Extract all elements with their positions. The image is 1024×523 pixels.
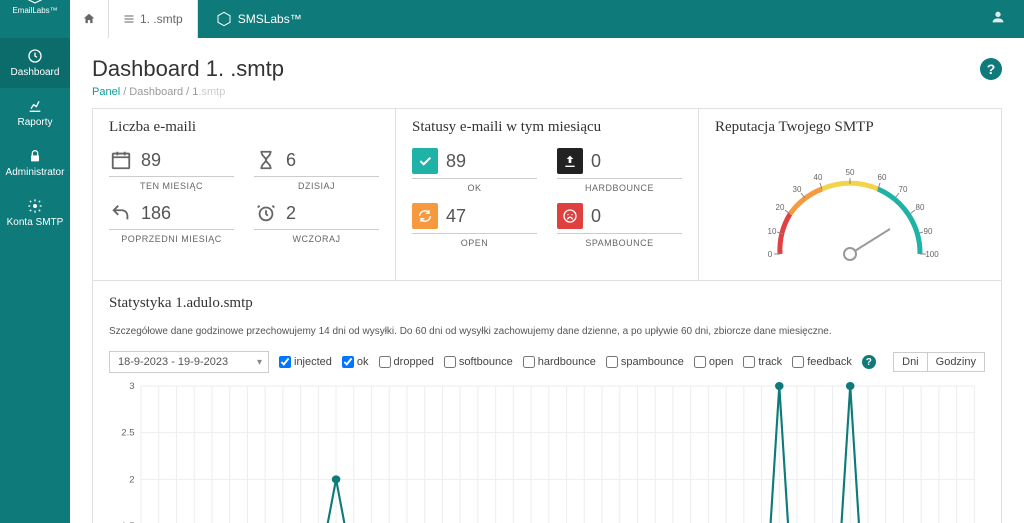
tab-home[interactable] <box>70 0 109 38</box>
sidebar-item-label: Administrator <box>6 167 65 178</box>
panel-heading: Reputacja Twojego SMTP <box>715 119 985 136</box>
tab-strip: 1. .smtp SMSLabs™ <box>70 0 320 38</box>
metric-open: 47 OPEN <box>412 203 537 248</box>
upload-icon <box>557 148 583 174</box>
clock-icon <box>27 48 43 64</box>
stats-note: Szczegółowe dane godzinowe przechowujemy… <box>109 326 985 337</box>
metric-spambounce: 0 SPAMBOUNCE <box>557 203 682 248</box>
stats-chart: 32.521.5 <box>109 381 985 523</box>
alarm-icon <box>254 201 278 225</box>
svg-text:60: 60 <box>878 173 887 182</box>
svg-text:30: 30 <box>793 185 802 194</box>
frown-icon <box>557 203 583 229</box>
filter-ok[interactable]: ok <box>342 356 369 368</box>
panel-email-status: Statusy e-maili w tym miesiącu 89 OK 0 <box>396 109 699 280</box>
breadcrumb: Panel / Dashboard / 1.smtp <box>92 86 1002 98</box>
metric-today: 6 DZISIAJ <box>254 148 379 191</box>
refresh-icon <box>412 203 438 229</box>
btn-days[interactable]: Dni <box>893 352 928 372</box>
btn-hours[interactable]: Godziny <box>928 352 985 372</box>
page-title: Dashboard 1. .smtp <box>92 56 284 82</box>
metric-hardbounce: 0 HARDBOUNCE <box>557 148 682 193</box>
panel-heading: Statusy e-maili w tym miesiącu <box>412 119 682 136</box>
breadcrumb-panel[interactable]: Panel <box>92 86 120 98</box>
svg-text:10: 10 <box>768 227 777 236</box>
tab-account-label: 1. .smtp <box>140 12 183 26</box>
svg-text:0: 0 <box>768 250 773 259</box>
svg-text:20: 20 <box>776 203 785 212</box>
filter-track[interactable]: track <box>743 356 782 368</box>
hourglass-icon <box>254 148 278 172</box>
page-title-row: Dashboard 1. .smtp ? <box>92 56 1002 82</box>
help-icon[interactable]: ? <box>862 355 876 369</box>
filter-injected[interactable]: injected <box>279 356 332 368</box>
sidebar-item-reports[interactable]: Raporty <box>0 88 70 138</box>
metric-yesterday: 2 WCZORAJ <box>254 201 379 244</box>
metric-prev-month: 186 POPRZEDNI MIESIĄC <box>109 201 234 244</box>
svg-text:40: 40 <box>814 173 823 182</box>
user-icon[interactable] <box>990 9 1006 25</box>
filter-spambounce[interactable]: spambounce <box>606 356 684 368</box>
main-content: Dashboard 1. .smtp ? Panel / Dashboard /… <box>70 38 1024 523</box>
svg-text:2: 2 <box>129 475 134 485</box>
metric-ok: 89 OK <box>412 148 537 193</box>
tab-smslabs-label: SMSLabs™ <box>238 12 302 26</box>
topbar: EmailLabs™ 1. .smtp SMSLabs™ <box>0 0 1024 38</box>
svg-text:3: 3 <box>129 381 134 391</box>
sidebar-item-dashboard[interactable]: Dashboard <box>0 38 70 88</box>
svg-text:2.5: 2.5 <box>121 428 134 438</box>
check-icon <box>412 148 438 174</box>
svg-text:80: 80 <box>916 203 925 212</box>
svg-text:90: 90 <box>924 227 933 236</box>
stats-controls: 18-9-2023 - 19-9-2023 injected ok droppe… <box>109 351 985 373</box>
sidebar-item-label: Dashboard <box>11 67 60 78</box>
metric-this-month: 89 TEN MIESIĄC <box>109 148 234 191</box>
calendar-icon <box>109 148 133 172</box>
chart-icon <box>27 98 43 114</box>
gauge-chart: 0 10 20 30 40 50 60 70 80 90 100 <box>750 154 950 264</box>
filter-open[interactable]: open <box>694 356 733 368</box>
sidebar-item-label: Raporty <box>17 117 52 128</box>
brand-logo: EmailLabs™ <box>0 0 70 19</box>
panel-email-count: Liczba e-maili 89 TEN MIESIĄC 6 <box>93 109 396 280</box>
date-range-select[interactable]: 18-9-2023 - 19-9-2023 <box>109 351 269 373</box>
tab-smslabs[interactable]: SMSLabs™ <box>198 0 320 38</box>
svg-text:100: 100 <box>925 250 939 259</box>
filter-hardbounce[interactable]: hardbounce <box>523 356 596 368</box>
tab-account[interactable]: 1. .smtp <box>109 0 198 38</box>
stats-section: Statystyka 1.adulo.smtp Szczegółowe dane… <box>92 281 1002 523</box>
sidebar-item-admin[interactable]: Administrator <box>0 138 70 188</box>
stats-heading: Statystyka 1.adulo.smtp <box>109 295 985 312</box>
filter-dropped[interactable]: dropped <box>379 356 434 368</box>
gear-icon <box>27 198 43 214</box>
sidebar-item-label: Konta SMTP <box>7 217 64 228</box>
filter-feedback[interactable]: feedback <box>792 356 852 368</box>
panel-heading: Liczba e-maili <box>109 119 379 136</box>
undo-icon <box>109 201 133 225</box>
brand-name: EmailLabs™ <box>12 6 57 15</box>
help-icon[interactable]: ? <box>980 58 1002 80</box>
panel-reputation: Reputacja Twojego SMTP <box>699 109 1001 280</box>
svg-text:50: 50 <box>846 168 855 177</box>
sidebar: Dashboard Raporty Administrator Konta SM… <box>0 38 70 523</box>
sidebar-item-smtp[interactable]: Konta SMTP <box>0 188 70 238</box>
lock-icon <box>27 148 43 164</box>
svg-text:70: 70 <box>899 185 908 194</box>
filter-softbounce[interactable]: softbounce <box>444 356 513 368</box>
